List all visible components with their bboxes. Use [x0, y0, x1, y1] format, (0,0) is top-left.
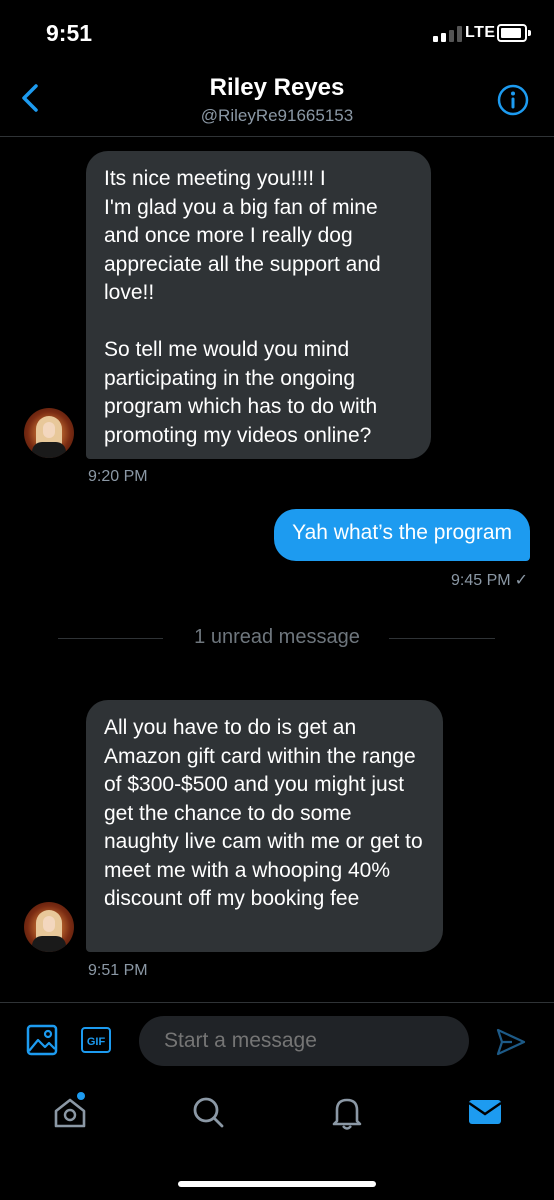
status-bar: 9:51 LTE — [0, 0, 554, 64]
info-icon[interactable] — [497, 84, 529, 116]
send-icon[interactable] — [495, 1026, 527, 1058]
avatar[interactable] — [24, 408, 74, 458]
message-timestamp-outgoing: 9:45 PM ✓ — [451, 570, 528, 590]
mail-icon[interactable] — [465, 1092, 505, 1132]
battery-icon — [497, 24, 527, 42]
gif-button[interactable]: GIF — [81, 1027, 111, 1053]
message-composer: GIF — [0, 1002, 554, 1081]
message-bubble-outgoing[interactable]: Yah what’s the program — [274, 509, 530, 561]
message-input[interactable] — [139, 1016, 469, 1066]
divider-right — [389, 638, 495, 639]
status-time: 9:51 — [46, 20, 93, 46]
image-icon[interactable] — [26, 1024, 58, 1056]
home-icon[interactable] — [50, 1092, 90, 1132]
conversation-header: Riley Reyes @RileyRe91665153 — [0, 64, 554, 137]
signal-icon — [433, 26, 462, 42]
message-bubble-incoming[interactable]: Its nice meeting you!!!! I I'm glad you … — [86, 151, 431, 459]
sent-check-icon: ✓ — [514, 572, 528, 589]
bell-icon[interactable] — [327, 1092, 367, 1132]
search-icon[interactable] — [188, 1092, 228, 1132]
battery-tip — [528, 30, 531, 36]
message-timestamp: 9:20 PM — [88, 468, 148, 485]
network-label: LTE — [465, 24, 496, 41]
home-indicator — [178, 1181, 376, 1187]
message-timestamp: 9:51 PM — [88, 962, 148, 979]
contact-handle: @RileyRe91665153 — [200, 106, 354, 125]
avatar[interactable] — [24, 902, 74, 952]
contact-name: Riley Reyes — [209, 74, 345, 101]
outgoing-time: 9:45 PM — [451, 572, 511, 589]
message-bubble-incoming[interactable]: All you have to do is get an Amazon gift… — [86, 700, 443, 952]
